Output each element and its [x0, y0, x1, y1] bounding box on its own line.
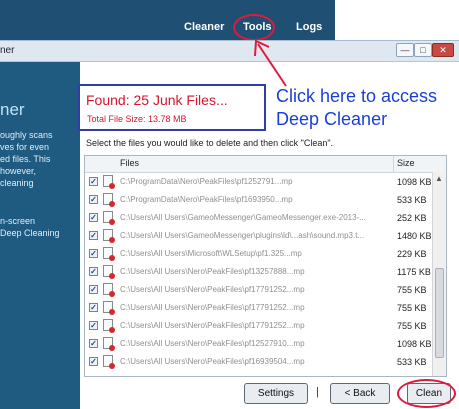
button-separator: | — [316, 386, 319, 398]
row-checkbox[interactable]: ✓ — [89, 339, 98, 348]
file-icon — [103, 229, 115, 243]
row-checkbox[interactable]: ✓ — [89, 213, 98, 222]
table-row[interactable]: ✓ C:\Users\All Users\GameoMessenger\plug… — [85, 227, 432, 245]
file-icon — [103, 283, 115, 297]
file-size: 1098 KB — [397, 339, 432, 349]
row-checkbox[interactable]: ✓ — [89, 231, 98, 240]
close-button[interactable]: ✕ — [432, 43, 454, 57]
table-row[interactable]: ✓ C:\Users\All Users\GameoMessenger\Game… — [85, 209, 431, 227]
scrollbar-thumb[interactable] — [435, 268, 444, 358]
file-path: C:\ProgramData\Nero\PeakFiles\pf1693950.… — [120, 195, 293, 204]
top-header-bar — [0, 0, 335, 40]
file-size: 1098 KB — [397, 177, 432, 187]
row-checkbox[interactable]: ✓ — [89, 177, 98, 186]
file-icon — [103, 337, 115, 351]
table-row[interactable]: ✓ C:\Users\All Users\Microsoft\WLSetup\p… — [85, 245, 431, 263]
file-icon — [103, 265, 115, 279]
file-path: C:\Users\All Users\GameoMessenger\GameoM… — [120, 213, 366, 222]
file-size: 755 KB — [397, 303, 427, 313]
left-panel-title: ner — [0, 100, 25, 119]
row-checkbox[interactable]: ✓ — [89, 195, 98, 204]
column-header-size[interactable]: Size — [397, 158, 415, 168]
window-titlebar: ner — □ ✕ — [0, 40, 459, 62]
left-panel-description: oughly scans ves for even ed files. This… — [0, 130, 53, 188]
row-checkbox[interactable]: ✓ — [89, 267, 98, 276]
nav-cleaner[interactable]: Cleaner — [184, 21, 224, 33]
minimize-button[interactable]: — — [396, 43, 414, 57]
table-row[interactable]: ✓ C:\ProgramData\Nero\PeakFiles\pf169395… — [85, 191, 431, 209]
table-row[interactable]: ✓ C:\Users\All Users\Nero\PeakFiles\pf17… — [85, 299, 431, 317]
selection-instruction: Select the files you would like to delet… — [86, 138, 334, 148]
file-icon — [103, 355, 115, 369]
found-junk-files-title: Found: 25 Junk Files... — [86, 92, 228, 108]
file-path: C:\Users\All Users\Nero\PeakFiles\pf1779… — [120, 303, 305, 312]
row-checkbox[interactable]: ✓ — [89, 303, 98, 312]
table-row[interactable]: ✓ C:\Users\All Users\Nero\PeakFiles\pf17… — [85, 281, 431, 299]
header-background-strip — [335, 0, 459, 40]
file-path: C:\Users\All Users\GameoMessenger\plugin… — [120, 231, 365, 240]
row-checkbox[interactable]: ✓ — [89, 285, 98, 294]
file-path: C:\Users\All Users\Nero\PeakFiles\pf1252… — [120, 339, 305, 348]
column-divider — [393, 156, 394, 172]
file-size: 252 KB — [397, 213, 427, 223]
left-panel-description-2: n-screen Deep Cleaning — [0, 216, 60, 238]
scroll-up-arrow-icon[interactable]: ▲ — [435, 174, 443, 183]
total-file-size: Total File Size: 13.78 MB — [87, 114, 187, 124]
file-icon — [103, 175, 115, 189]
table-header: Files Size — [85, 156, 446, 173]
row-checkbox[interactable]: ✓ — [89, 321, 98, 330]
junk-files-table: Files Size ✓ C:\ProgramData\Nero\PeakFil… — [84, 155, 447, 377]
file-icon — [103, 319, 115, 333]
table-row[interactable]: ✓ C:\Users\All Users\Nero\PeakFiles\pf13… — [85, 263, 431, 281]
file-size: 755 KB — [397, 321, 427, 331]
back-button[interactable]: < Back — [330, 383, 390, 404]
file-size: 533 KB — [397, 357, 427, 367]
table-row[interactable]: ✓ C:\ProgramData\Nero\PeakFiles\pf125279… — [85, 173, 432, 191]
file-path: C:\ProgramData\Nero\PeakFiles\pf1252791.… — [120, 177, 293, 186]
table-scrollbar[interactable]: ▲ — [432, 172, 446, 376]
file-path: C:\Users\All Users\Nero\PeakFiles\pf1693… — [120, 357, 305, 366]
nav-logs[interactable]: Logs — [296, 21, 322, 33]
table-row[interactable]: ✓ C:\Users\All Users\Nero\PeakFiles\pf16… — [85, 353, 431, 371]
annotation-arrow-icon — [254, 39, 287, 87]
table-row[interactable]: ✓ C:\Users\All Users\Nero\PeakFiles\pf12… — [85, 335, 432, 353]
file-size: 755 KB — [397, 285, 427, 295]
file-icon — [103, 211, 115, 225]
file-icon — [103, 301, 115, 315]
column-header-files[interactable]: Files — [120, 158, 139, 168]
file-size: 533 KB — [397, 195, 427, 205]
file-path: C:\Users\All Users\Microsoft\WLSetup\pf1… — [120, 249, 302, 258]
file-path: C:\Users\All Users\Nero\PeakFiles\pf1779… — [120, 285, 305, 294]
file-path: C:\Users\All Users\Nero\PeakFiles\pf1779… — [120, 321, 305, 330]
deep-cleaner-annotation: Click here to access Deep Cleaner — [276, 86, 438, 129]
row-checkbox[interactable]: ✓ — [89, 357, 98, 366]
clean-highlight-ellipse — [397, 379, 456, 408]
file-path: C:\Users\All Users\Nero\PeakFiles\pf1325… — [120, 267, 305, 276]
settings-button[interactable]: Settings — [244, 383, 308, 404]
found-summary-box: Found: 25 Junk Files... Total File Size:… — [78, 84, 266, 131]
file-size: 1480 KB — [397, 231, 432, 241]
row-checkbox[interactable]: ✓ — [89, 249, 98, 258]
file-size: 1175 KB — [397, 267, 431, 277]
window-title: ner — [0, 45, 15, 56]
maximize-button[interactable]: □ — [414, 43, 432, 57]
file-size: 229 KB — [397, 249, 427, 259]
table-row[interactable]: ✓ C:\Users\All Users\Nero\PeakFiles\pf17… — [85, 317, 431, 335]
file-icon — [103, 193, 115, 207]
file-icon — [103, 247, 115, 261]
